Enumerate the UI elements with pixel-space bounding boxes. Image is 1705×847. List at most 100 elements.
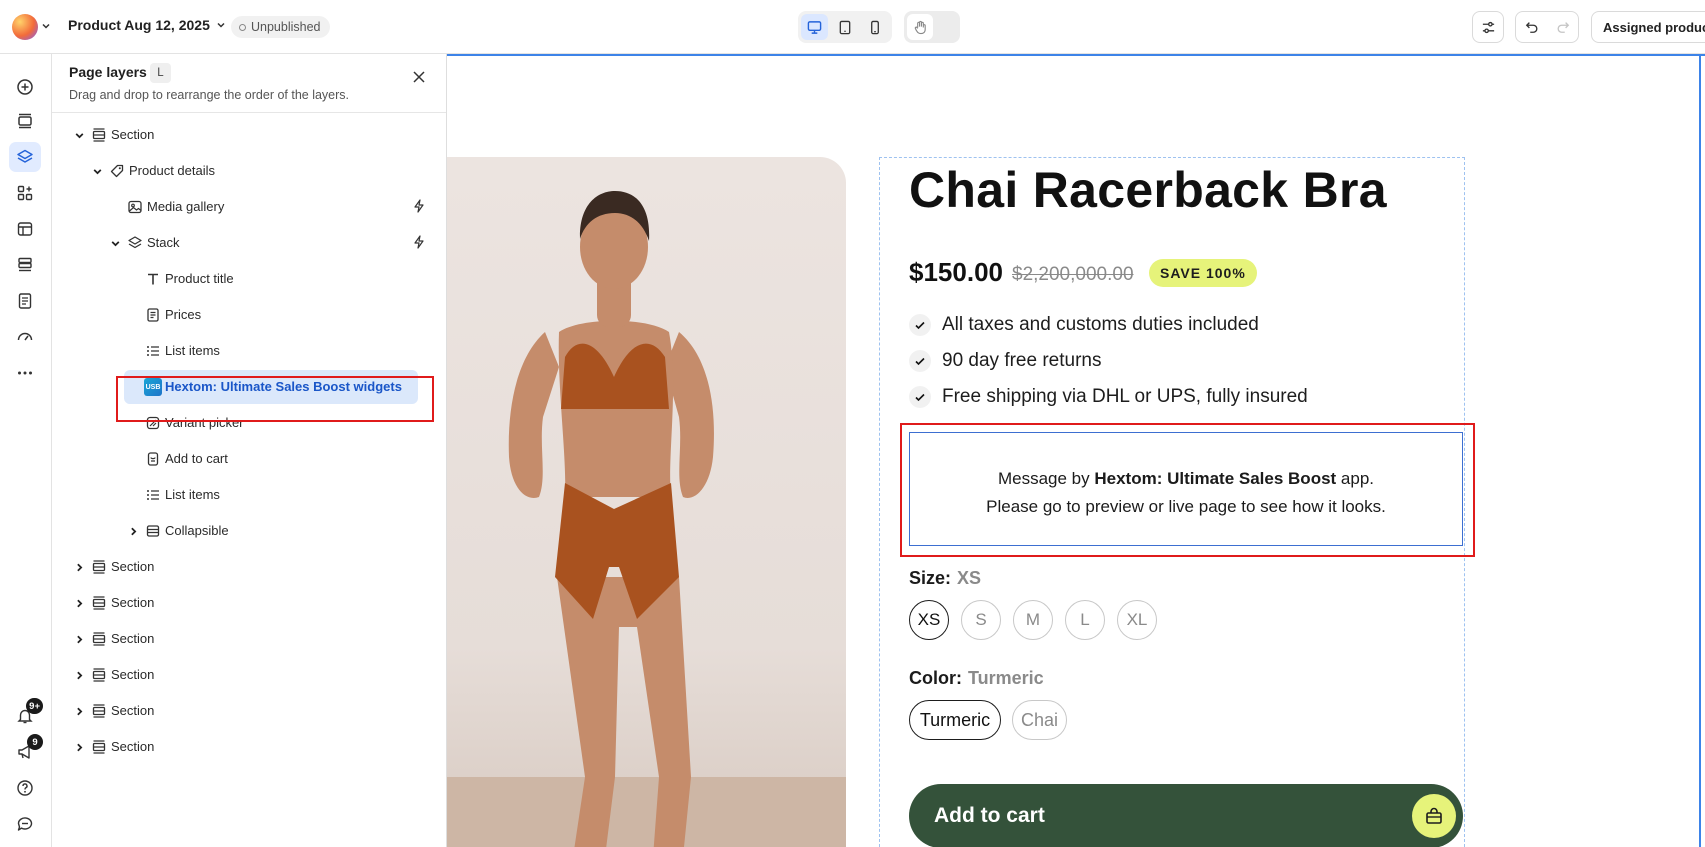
mobile-view-button[interactable] <box>861 14 888 40</box>
layer-row[interactable]: Media gallery <box>62 190 440 224</box>
chevron-down-icon[interactable] <box>41 21 51 31</box>
redo-button[interactable] <box>1547 12 1578 42</box>
product-price[interactable]: $150.00 <box>909 257 1003 288</box>
add-to-cart-button[interactable]: Add to cart <box>909 784 1463 847</box>
status-label: Unpublished <box>251 20 321 34</box>
close-panel-button[interactable] <box>407 65 431 89</box>
tablet-view-button[interactable] <box>831 14 858 40</box>
chevron-right-icon[interactable] <box>72 560 86 574</box>
layer-row[interactable]: Section <box>62 694 440 728</box>
layer-row[interactable]: Product title <box>62 262 440 296</box>
theme-button[interactable] <box>9 214 41 244</box>
layer-row[interactable]: Section <box>62 586 440 620</box>
layer-row[interactable]: Section <box>62 622 440 656</box>
layer-row[interactable]: Section <box>62 730 440 764</box>
assigned-product-label: Assigned product <box>1603 19 1705 35</box>
list-item-text: 90 day free returns <box>942 350 1102 371</box>
size-option-m[interactable]: M <box>1013 600 1053 640</box>
more-button[interactable] <box>9 358 41 388</box>
chevron-right-icon[interactable] <box>126 524 140 538</box>
bolt-icon[interactable] <box>412 199 426 213</box>
chevron-right-icon[interactable] <box>72 704 86 718</box>
desktop-view-button[interactable] <box>801 14 828 40</box>
chevron-down-icon[interactable] <box>108 236 122 250</box>
product-title[interactable]: Chai Racerback Bra <box>909 161 1387 219</box>
layer-label: Collapsible <box>165 523 229 538</box>
help-button[interactable] <box>9 773 41 803</box>
color-option-chai[interactable]: Chai <box>1012 700 1067 740</box>
list-icon <box>144 486 162 504</box>
settings-button[interactable] <box>1472 11 1504 43</box>
layer-row[interactable]: Prices <box>62 298 440 332</box>
hand-tool-button[interactable] <box>907 14 933 40</box>
chevron-right-icon[interactable] <box>72 596 86 610</box>
compare-price[interactable]: $2,200,000.00 <box>1012 264 1134 286</box>
more-icon <box>18 371 32 375</box>
layer-row[interactable]: Section <box>62 118 440 152</box>
history-controls <box>1515 11 1579 43</box>
list-item[interactable]: Free shipping via DHL or UPS, fully insu… <box>909 386 1308 408</box>
device-switcher <box>798 11 892 43</box>
chevron-right-icon[interactable] <box>72 740 86 754</box>
size-label: Size: XS <box>909 568 982 588</box>
apps-button[interactable] <box>9 178 41 208</box>
add-element-button[interactable] <box>9 72 41 102</box>
size-option-s[interactable]: S <box>961 600 1001 640</box>
templates-button[interactable] <box>9 250 41 280</box>
layer-row[interactable]: List items <box>62 334 440 368</box>
chevron-down-icon[interactable] <box>72 128 86 142</box>
size-selected: XS <box>957 568 982 588</box>
color-option-turmeric[interactable]: Turmeric <box>909 700 1001 740</box>
pages-button[interactable] <box>9 286 41 316</box>
list-item[interactable]: All taxes and customs duties included <box>909 314 1259 336</box>
section-icon <box>90 666 108 684</box>
size-option-l[interactable]: L <box>1065 600 1105 640</box>
section-icon <box>90 126 108 144</box>
layer-row[interactable]: Section <box>62 658 440 692</box>
chevron-right-icon[interactable] <box>72 632 86 646</box>
layer-row[interactable]: Stack <box>62 226 440 260</box>
check-icon <box>909 350 931 372</box>
layer-label: Section <box>111 595 155 610</box>
chevron-right-icon[interactable] <box>72 668 86 682</box>
desktop-icon <box>807 20 822 34</box>
app-widget-placeholder[interactable]: Message by Hextom: Ultimate Sales Boost … <box>909 432 1463 546</box>
shortcut-key: L <box>150 63 171 83</box>
sections-button[interactable] <box>9 106 41 136</box>
undo-button[interactable] <box>1516 12 1547 42</box>
layer-label: Section <box>111 559 155 574</box>
save-badge[interactable]: SAVE 100% <box>1149 259 1257 287</box>
size-option-xs[interactable]: XS <box>909 600 949 640</box>
top-bar: Product Aug 12, 2025 Unpublished Assigne… <box>0 0 1705 54</box>
layer-row[interactable]: Collapsible <box>62 514 440 548</box>
prices-icon <box>144 306 162 324</box>
layer-row[interactable]: Add to cart <box>62 442 440 476</box>
chevron-down-icon[interactable] <box>90 164 104 178</box>
layer-row[interactable]: Section <box>62 550 440 584</box>
announcements-button[interactable]: 9 <box>9 734 43 767</box>
list-item[interactable]: 90 day free returns <box>909 350 1101 372</box>
chat-button[interactable] <box>9 809 41 839</box>
speed-button[interactable] <box>9 322 41 352</box>
page-selector[interactable]: Product Aug 12, 2025 <box>68 17 226 33</box>
app-message-line1: Message by Hextom: Ultimate Sales Boost … <box>997 469 1375 488</box>
layers-button[interactable] <box>9 142 41 172</box>
notifications-button[interactable]: 9+ <box>9 698 43 731</box>
status-dot-icon <box>239 23 246 31</box>
layer-label: Product details <box>129 163 215 178</box>
product-image[interactable] <box>447 157 846 847</box>
text-icon <box>144 270 162 288</box>
layer-row[interactable]: Product details <box>62 154 440 188</box>
layer-label: Section <box>111 631 155 646</box>
apps-icon <box>17 185 33 201</box>
size-option-xl[interactable]: XL <box>1117 600 1157 640</box>
assigned-product-button[interactable]: Assigned product <box>1591 11 1705 43</box>
collapsible-icon <box>144 522 162 540</box>
layer-row[interactable]: List items <box>62 478 440 512</box>
editor-canvas[interactable]: Chai Racerback Bra $150.00 $2,200,000.00… <box>447 54 1705 847</box>
panel-title: Page layers <box>69 64 147 80</box>
app-logo[interactable] <box>12 14 38 40</box>
bolt-icon[interactable] <box>412 235 426 249</box>
tag-icon <box>108 162 126 180</box>
layer-label: Stack <box>147 235 180 250</box>
